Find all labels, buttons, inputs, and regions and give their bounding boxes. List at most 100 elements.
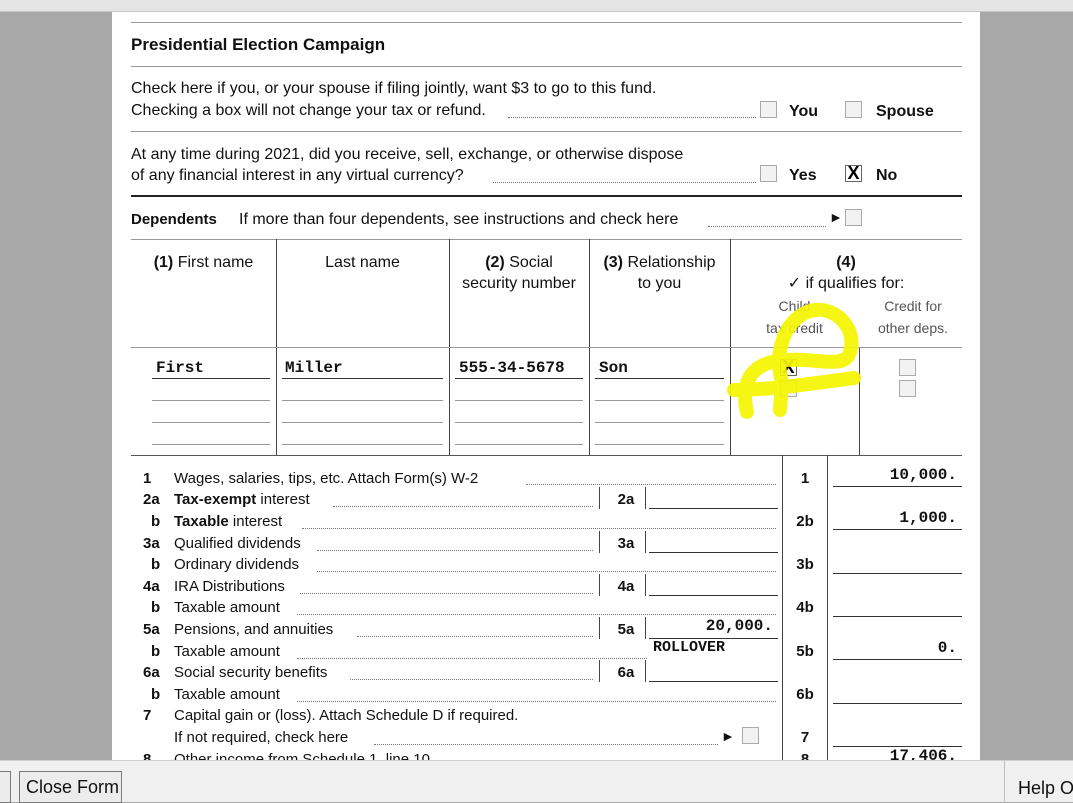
- input-underline: [282, 400, 443, 401]
- input-underline: [455, 400, 583, 401]
- col1-num: (1): [153, 254, 174, 271]
- leader-dots: [350, 679, 593, 680]
- line-8-box: 8: [800, 751, 810, 760]
- subbox-line: [599, 531, 600, 553]
- line-3b-text: Ordinary dividends: [174, 556, 300, 573]
- other-credit-header-a: Credit for: [884, 298, 942, 314]
- col2-header-line2: security number: [462, 275, 576, 292]
- line-5a-text: Pensions, and annuities: [174, 621, 334, 638]
- col3-text-a: Relationship: [627, 254, 716, 271]
- line-5a-note[interactable]: ROLLOVER: [653, 639, 725, 656]
- vc-no-checkbox[interactable]: X: [845, 163, 862, 183]
- line-3b-num: b: [151, 556, 161, 573]
- line-1-box: 1: [800, 470, 810, 487]
- dependent-first-name[interactable]: First: [156, 359, 204, 377]
- line-2b-bold: Taxable: [174, 513, 229, 530]
- line-7-text: Capital gain or (loss). Attach Schedule …: [174, 707, 519, 724]
- input-underline: [152, 422, 270, 423]
- subbox-line: [645, 617, 646, 639]
- other-credit-checkbox-2[interactable]: [899, 380, 916, 397]
- col3-header-line2: to you: [637, 275, 682, 292]
- leader-dots: [297, 658, 647, 659]
- line-5b-value[interactable]: 0.: [833, 639, 957, 657]
- leader-dots: [374, 744, 718, 745]
- line-4b-num: b: [151, 599, 161, 616]
- line-7-checkbox[interactable]: [742, 727, 759, 744]
- input-underline: [833, 486, 962, 487]
- col1-text: First name: [177, 254, 254, 271]
- subbox-line: [599, 617, 600, 639]
- leader-dots: [297, 614, 776, 615]
- highlighter-stroke: [727, 302, 861, 419]
- leader-dots: [317, 550, 593, 551]
- line-6a-text: Social security benefits: [174, 664, 328, 681]
- col3-header: (3) Relationship: [589, 253, 730, 273]
- subbox-line: [599, 487, 600, 509]
- other-credit-checkbox-1[interactable]: [899, 359, 916, 376]
- line-4a-text: IRA Distributions: [174, 578, 285, 595]
- income-col-line: [827, 455, 828, 760]
- dependent-relationship[interactable]: Son: [599, 359, 628, 377]
- line-1-num: 1: [143, 470, 152, 487]
- line-2b-rest: interest: [228, 513, 283, 530]
- arrow-icon: ►: [829, 209, 843, 225]
- pec-spouse-label: Spouse: [876, 103, 934, 120]
- line-2b-value[interactable]: 1,000.: [833, 509, 957, 527]
- bottom-toolbar: Close Form Help O: [0, 760, 1073, 803]
- line-4b-box: 4b: [796, 599, 814, 616]
- line-6b-num: b: [151, 686, 161, 703]
- input-underline: [595, 444, 724, 445]
- line-5b-box: 5b: [796, 643, 814, 660]
- dependents-more-checkbox[interactable]: [845, 209, 862, 226]
- pec-line2: Checking a box will not change your tax …: [131, 102, 486, 119]
- tax-form-page: Presidential Election Campaign Check her…: [112, 12, 980, 760]
- prev-button-partial[interactable]: [0, 771, 11, 803]
- check-x-mark: X: [847, 163, 860, 183]
- input-underline: [833, 616, 962, 617]
- input-underline: [595, 378, 724, 379]
- col2-num: (2): [485, 254, 505, 271]
- leader-dots: [333, 506, 593, 507]
- col3-num: (3): [603, 254, 624, 271]
- subbox-line: [599, 574, 600, 596]
- input-underline: [833, 529, 962, 530]
- line-4b-text: Taxable amount: [174, 599, 280, 616]
- pec-spouse-checkbox[interactable]: [845, 101, 862, 118]
- divider: [131, 22, 962, 23]
- input-underline: [649, 681, 778, 682]
- line-3a-box: 3a: [617, 535, 635, 552]
- leader-dots: [508, 117, 756, 118]
- col1-header: (1) First name: [131, 253, 276, 273]
- subbox-line: [599, 660, 600, 682]
- line-5a-value[interactable]: 20,000.: [649, 617, 773, 635]
- divider: [131, 66, 962, 67]
- pec-you-checkbox[interactable]: [760, 101, 777, 118]
- help-button[interactable]: Help O: [1018, 777, 1073, 799]
- dependent-ssn[interactable]: 555-34-5678: [459, 359, 565, 377]
- vc-yes-checkbox[interactable]: [760, 165, 777, 182]
- line-2b-text: Taxable interest: [174, 512, 282, 532]
- input-underline: [833, 703, 962, 704]
- line-5b-text: Taxable amount: [174, 643, 280, 660]
- leader-dots: [297, 701, 776, 702]
- arrow-icon: ►: [721, 728, 735, 744]
- leader-dots: [357, 636, 593, 637]
- col-last-header: Last name: [325, 254, 400, 271]
- income-col-line: [782, 455, 783, 760]
- highlighter-annotation: [727, 302, 861, 419]
- leader-dots: [302, 528, 776, 529]
- leader-dots: [493, 182, 756, 183]
- divider: [131, 455, 962, 456]
- line-2b-box: 2b: [796, 513, 814, 530]
- vc-no-label: No: [876, 167, 898, 184]
- line-2a-box: 2a: [617, 491, 635, 508]
- line-8-value[interactable]: 17,406.: [833, 747, 957, 760]
- close-form-button[interactable]: Close Form: [19, 771, 122, 803]
- divider: [131, 131, 962, 132]
- input-underline: [649, 552, 778, 553]
- input-underline: [649, 508, 778, 509]
- dependent-last-name[interactable]: Miller: [285, 359, 343, 377]
- line-1-value[interactable]: 10,000.: [833, 466, 957, 484]
- line-2a-rest: interest: [256, 491, 310, 508]
- divider: [131, 195, 962, 197]
